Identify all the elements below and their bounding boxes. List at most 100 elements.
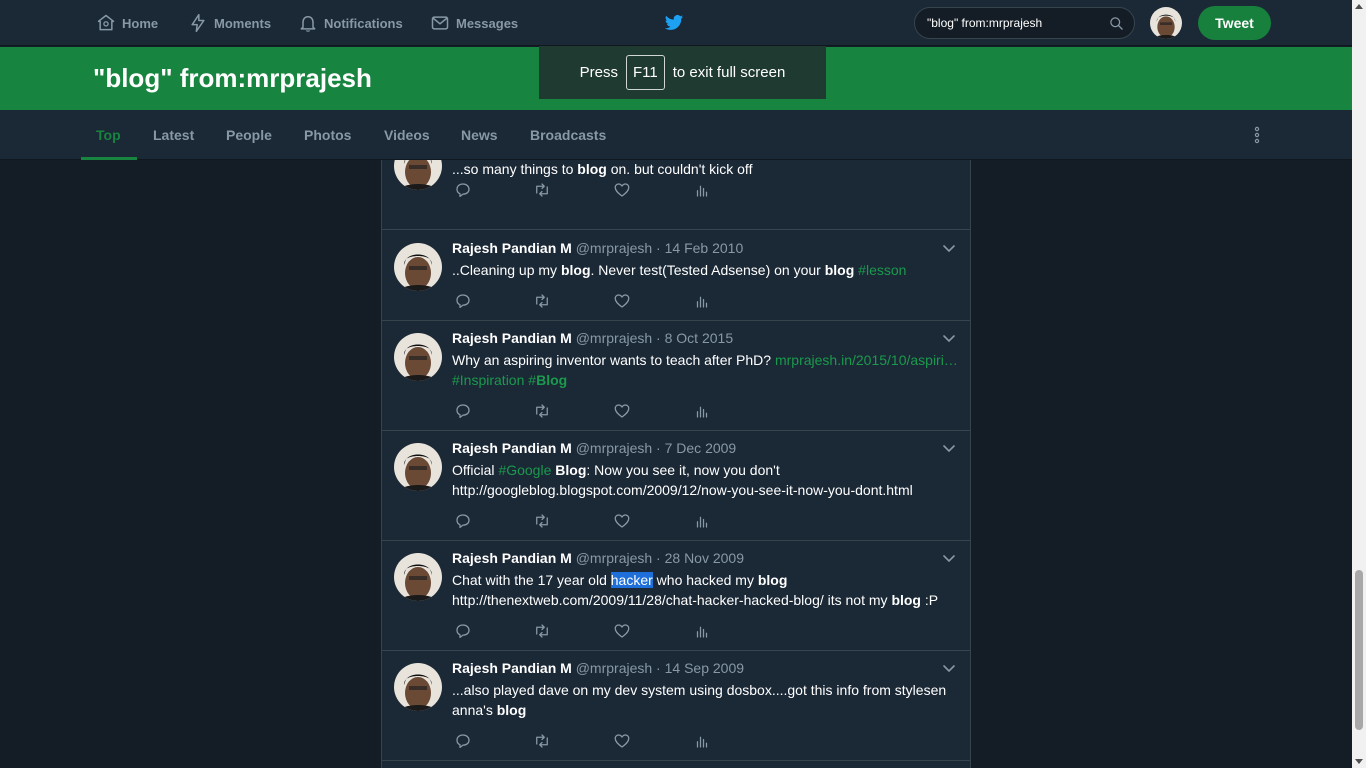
separator-dot: · — [656, 330, 665, 346]
analytics-icon[interactable] — [693, 181, 711, 199]
tweet-actions — [452, 292, 712, 312]
tweet-author-name[interactable]: Rajesh Pandian M — [452, 660, 572, 676]
tweet-text-segment: : Now you see it, now you don't — [586, 462, 780, 478]
tweet-avatar[interactable] — [394, 553, 442, 601]
user-avatar[interactable] — [1150, 7, 1182, 39]
tweet-link[interactable]: # — [528, 372, 536, 388]
retweet-icon[interactable] — [533, 622, 551, 640]
more-options-icon[interactable] — [1250, 126, 1264, 144]
tweet-author-handle[interactable]: @mrprajesh — [576, 330, 652, 346]
page-scrollbar[interactable] — [1352, 0, 1366, 768]
tab-news[interactable]: News — [461, 110, 498, 160]
heart-icon[interactable] — [613, 181, 631, 199]
scroll-down-arrow-icon[interactable] — [1355, 759, 1363, 764]
retweet-icon[interactable] — [533, 512, 551, 530]
scrollbar-thumb[interactable] — [1355, 570, 1363, 730]
tweet-text-segment: Chat with the 17 year old — [452, 572, 611, 588]
tweet-avatar[interactable] — [394, 663, 442, 711]
reply-icon[interactable] — [454, 622, 472, 640]
tweet-avatar[interactable] — [394, 243, 442, 291]
reply-icon[interactable] — [454, 512, 472, 530]
tweet-text: Official #Google Blog: Now you see it, n… — [452, 460, 962, 500]
tab-people[interactable]: People — [226, 110, 272, 160]
scroll-up-arrow-icon[interactable] — [1355, 4, 1363, 9]
nav-moments[interactable]: Moments — [188, 0, 271, 46]
chevron-down-icon[interactable] — [942, 443, 956, 455]
analytics-icon[interactable] — [693, 512, 711, 530]
nav-home-label: Home — [122, 15, 159, 31]
heart-icon[interactable] — [613, 622, 631, 640]
search-input[interactable] — [927, 16, 1102, 30]
tweet-date[interactable]: 14 Feb 2010 — [665, 240, 744, 256]
tweet-text-line: ...so many things to blog on. but couldn… — [452, 160, 962, 179]
tweet-item[interactable]: Rajesh Pandian M @mrprajesh · 8 Oct 2015… — [382, 321, 970, 431]
tweet-link[interactable]: #lesson — [858, 262, 906, 278]
heart-icon[interactable] — [613, 732, 631, 750]
analytics-icon[interactable] — [693, 622, 711, 640]
chevron-down-icon[interactable] — [942, 333, 956, 345]
tab-videos[interactable]: Videos — [384, 110, 430, 160]
chevron-down-icon[interactable] — [942, 663, 956, 675]
retweet-icon[interactable] — [533, 732, 551, 750]
tweet-text-segment: ...so many things to — [452, 161, 578, 177]
tweet-link[interactable]: #Inspiration — [452, 372, 524, 388]
nav-notifications[interactable]: Notifications — [298, 0, 403, 46]
tweet-author-handle[interactable]: @mrprajesh — [576, 660, 652, 676]
reply-icon[interactable] — [454, 292, 472, 310]
tweet-text: Why an aspiring inventor wants to teach … — [452, 350, 962, 390]
tweet-date[interactable]: 7 Dec 2009 — [665, 440, 737, 456]
tab-photos[interactable]: Photos — [304, 110, 351, 160]
retweet-icon[interactable] — [533, 181, 551, 199]
twitter-bird-logo-icon[interactable] — [664, 13, 684, 33]
tweet-author-name[interactable]: Rajesh Pandian M — [452, 440, 572, 456]
reply-icon[interactable] — [454, 732, 472, 750]
heart-icon[interactable] — [613, 512, 631, 530]
tweet-avatar[interactable] — [394, 160, 442, 190]
tweet-date[interactable]: 8 Oct 2015 — [665, 330, 734, 346]
search-timeline: Rajesh Pandian M @mrprajesh · 20 May 201… — [381, 160, 971, 768]
chevron-down-icon[interactable] — [942, 243, 956, 255]
chevron-down-icon[interactable] — [942, 553, 956, 565]
tweet-avatar[interactable] — [394, 443, 442, 491]
tweet-text-line: #Inspiration #Blog — [452, 370, 962, 390]
tweet-text-segment: http://thenextweb.com/2009/11/28/chat-ha… — [452, 592, 892, 608]
reply-icon[interactable] — [454, 402, 472, 420]
tweet-item[interactable]: Rajesh Pandian M @mrprajesh · 28 Nov 200… — [382, 541, 970, 651]
tweet-item[interactable]: Rajesh Pandian M @mrprajesh · 14 Feb 201… — [382, 231, 970, 321]
tweet-author-name[interactable]: Rajesh Pandian M — [452, 550, 572, 566]
tweet-item[interactable]: Rajesh Pandian M @mrprajesh · 14 Sep 200… — [382, 651, 970, 761]
nav-home[interactable]: Home — [96, 0, 158, 46]
reply-icon[interactable] — [454, 181, 472, 199]
tweet-item[interactable]: Rajesh Pandian M @mrprajesh · 20 May 201… — [382, 160, 970, 230]
tweet-button[interactable]: Tweet — [1198, 6, 1271, 40]
analytics-icon[interactable] — [693, 732, 711, 750]
tweet-link[interactable]: Blog — [536, 372, 567, 388]
tweet-text-line: http://thenextweb.com/2009/11/28/chat-ha… — [452, 590, 962, 610]
tab-latest[interactable]: Latest — [153, 110, 194, 160]
retweet-icon[interactable] — [533, 402, 551, 420]
tweet-date[interactable]: 28 Nov 2009 — [665, 550, 744, 566]
search-icon[interactable] — [1109, 16, 1124, 31]
tweet-item[interactable]: Rajesh Pandian M @mrprajesh · 7 Dec 2009… — [382, 431, 970, 541]
tweet-author-name[interactable]: Rajesh Pandian M — [452, 240, 572, 256]
tweet-author-handle[interactable]: @mrprajesh — [576, 550, 652, 566]
analytics-icon[interactable] — [693, 402, 711, 420]
nav-messages[interactable]: Messages — [430, 0, 518, 46]
tweet-date[interactable]: 14 Sep 2009 — [665, 660, 744, 676]
tweet-author-handle[interactable]: @mrprajesh — [576, 440, 652, 456]
tab-broadcasts[interactable]: Broadcasts — [530, 110, 606, 160]
heart-icon[interactable] — [613, 292, 631, 310]
tweet-link[interactable]: mrprajesh.in/2015/10/aspiri… — [775, 352, 958, 368]
tweet-author-handle[interactable]: @mrprajesh — [576, 240, 652, 256]
tweet-author-name[interactable]: Rajesh Pandian M — [452, 330, 572, 346]
tweet-avatar[interactable] — [394, 333, 442, 381]
tweet-actions — [452, 512, 712, 532]
analytics-icon[interactable] — [693, 292, 711, 310]
tweet-link[interactable]: #Google — [498, 462, 551, 478]
retweet-icon[interactable] — [533, 292, 551, 310]
search-box[interactable] — [914, 7, 1135, 39]
tab-top[interactable]: Top — [96, 110, 121, 160]
heart-icon[interactable] — [613, 402, 631, 420]
tweet-text-segment: blog — [577, 161, 607, 177]
nav-notifications-label: Notifications — [324, 15, 403, 31]
